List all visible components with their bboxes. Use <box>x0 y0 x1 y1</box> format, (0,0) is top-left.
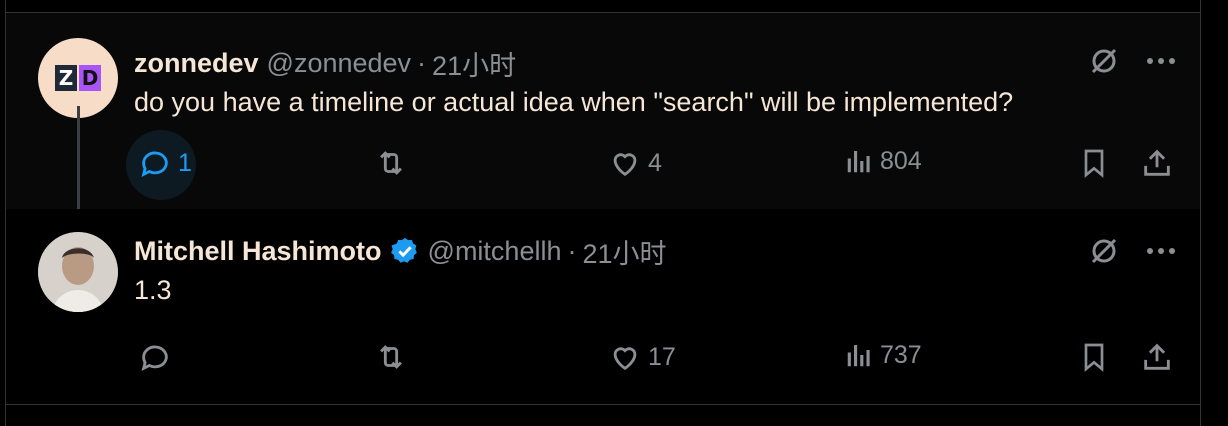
more-icon <box>1147 58 1175 64</box>
reply-count: 1 <box>178 148 192 177</box>
timeline-column: Z D zonnedev @zonnedev · 21小时 do you hav… <box>5 0 1201 426</box>
tweet-zonnedev[interactable]: Z D zonnedev @zonnedev · 21小时 do you hav… <box>6 13 1200 209</box>
share-button[interactable] <box>1140 146 1174 180</box>
like-count: 17 <box>648 342 676 371</box>
handle[interactable]: @zonnedev <box>267 48 412 79</box>
grok-button[interactable] <box>1088 45 1120 77</box>
bookmark-icon <box>1084 343 1104 372</box>
views-icon <box>847 345 870 367</box>
views-button[interactable]: 804 <box>844 146 922 176</box>
tweet-text: do you have a timeline or actual idea wh… <box>134 87 1014 117</box>
tweet-top-actions <box>1088 235 1176 267</box>
avatar-photo <box>38 232 118 312</box>
views-count: 737 <box>880 340 922 369</box>
like-button[interactable]: 4 <box>608 146 662 180</box>
separator-dot: · <box>417 47 427 78</box>
tweet-actions: 17 737 <box>134 340 1176 380</box>
more-icon <box>1147 248 1175 254</box>
repost-button[interactable] <box>374 340 408 374</box>
logo-letter-z: Z <box>55 65 77 91</box>
repost-icon <box>380 151 402 175</box>
share-button[interactable] <box>1140 340 1174 374</box>
repost-button[interactable] <box>374 146 408 180</box>
reply-icon <box>141 345 168 371</box>
reply-icon <box>141 151 168 177</box>
tweet-actions: 1 4 804 <box>126 130 1176 200</box>
views-button[interactable]: 737 <box>844 340 922 370</box>
avatar[interactable] <box>38 232 118 312</box>
thread-connector <box>77 106 80 223</box>
more-button[interactable] <box>1146 246 1176 256</box>
separator-dot: · <box>567 235 577 266</box>
views-count: 804 <box>880 146 922 175</box>
like-count: 4 <box>648 148 662 177</box>
verified-badge-icon[interactable] <box>390 236 420 266</box>
like-icon <box>613 347 637 371</box>
tweet-top-actions <box>1088 45 1176 77</box>
views-icon <box>847 151 870 173</box>
grok-button[interactable] <box>1088 235 1120 267</box>
page: Z D zonnedev @zonnedev · 21小时 do you hav… <box>0 0 1228 426</box>
tweet-mitchellh[interactable]: Mitchell Hashimoto @mitchellh · 21小时 1.3 <box>6 209 1200 404</box>
like-button[interactable]: 17 <box>608 340 676 374</box>
grok-icon <box>1091 48 1117 74</box>
logo-letter-d: D <box>79 65 101 91</box>
reply-button[interactable] <box>138 340 178 374</box>
zd-logo: Z D <box>55 65 101 91</box>
bookmark-button[interactable] <box>1078 340 1110 374</box>
share-icon <box>1144 149 1170 176</box>
repost-icon <box>380 345 402 369</box>
tweet-header: Mitchell Hashimoto @mitchellh · 21小时 <box>134 231 667 271</box>
handle[interactable]: @mitchellh <box>428 236 562 267</box>
divider <box>6 404 1200 405</box>
grok-icon <box>1091 238 1117 264</box>
display-name[interactable]: Mitchell Hashimoto <box>134 236 382 267</box>
tweet-header: zonnedev @zonnedev · 21小时 <box>134 43 516 83</box>
tweet-text: 1.3 <box>134 275 172 305</box>
share-icon <box>1144 343 1170 370</box>
timestamp[interactable]: 21小时 <box>582 232 666 271</box>
like-icon <box>613 153 637 177</box>
bookmark-button[interactable] <box>1078 146 1110 180</box>
reply-button[interactable]: 1 <box>126 130 196 200</box>
timestamp[interactable]: 21小时 <box>432 44 516 83</box>
more-button[interactable] <box>1146 56 1176 66</box>
bookmark-icon <box>1084 149 1104 178</box>
display-name[interactable]: zonnedev <box>134 48 259 79</box>
